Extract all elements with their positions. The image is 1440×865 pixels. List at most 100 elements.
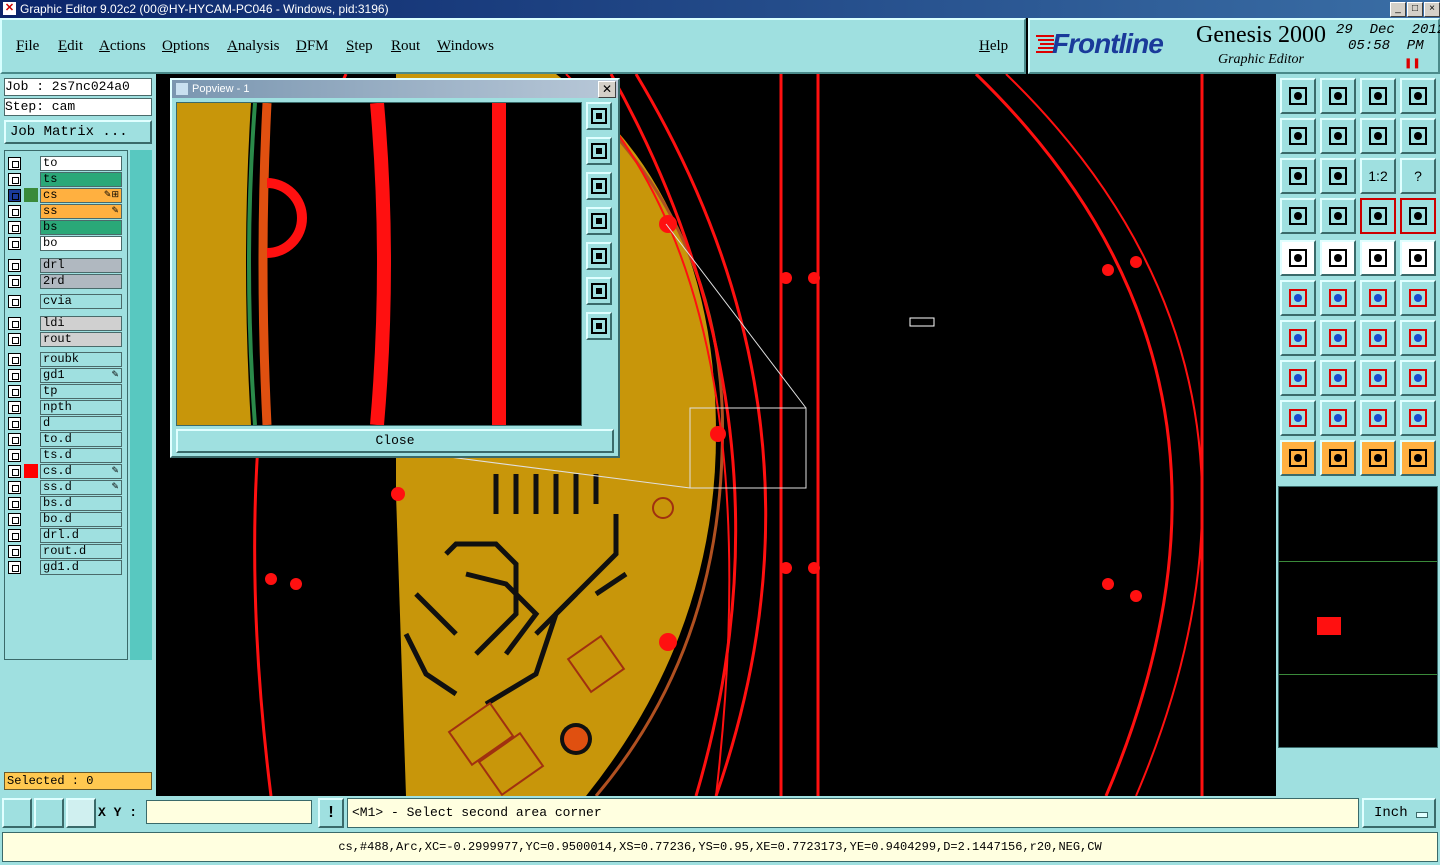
connect-icon[interactable] — [1280, 280, 1316, 316]
layer-name[interactable]: rout.d — [40, 544, 122, 559]
layer-checkbox[interactable] — [8, 497, 21, 510]
home-icon[interactable] — [1360, 78, 1396, 114]
delete-icon[interactable] — [1320, 280, 1356, 316]
layer-row-to-d[interactable]: to.d — [8, 432, 124, 447]
layer-checkbox[interactable] — [8, 481, 21, 494]
layer-row-d[interactable]: d — [8, 416, 124, 431]
layer-checkbox[interactable] — [8, 401, 21, 414]
route-icon[interactable] — [1400, 440, 1436, 476]
pv-zoom-out-icon[interactable] — [586, 277, 612, 305]
layer-name[interactable]: ts — [40, 172, 122, 187]
layer-checkbox[interactable] — [8, 205, 21, 218]
layer-row-bo-d[interactable]: bo.d — [8, 512, 124, 527]
layer-checkbox[interactable] — [8, 513, 21, 526]
layer-checkbox[interactable] — [8, 385, 21, 398]
snap-mode-button[interactable] — [2, 798, 32, 828]
copy-icon[interactable] — [1400, 280, 1436, 316]
layer-row-rout[interactable]: rout — [8, 332, 124, 347]
pad-icon[interactable] — [1400, 240, 1436, 276]
window-icon[interactable] — [1400, 78, 1436, 114]
pointer-filter-icon[interactable] — [1360, 440, 1396, 476]
layer-checkbox[interactable] — [8, 529, 21, 542]
menu-analysis[interactable]: Analysis — [227, 38, 280, 55]
layer-name[interactable]: tp — [40, 384, 122, 399]
ruler-icon[interactable] — [1360, 240, 1396, 276]
layer-name[interactable]: drl — [40, 258, 122, 273]
layer-checkbox[interactable] — [8, 157, 21, 170]
layer-checkbox[interactable] — [8, 259, 21, 272]
xy-input[interactable] — [146, 800, 312, 824]
pv-fit-icon[interactable] — [586, 102, 612, 130]
popview-close-x[interactable]: ✕ — [598, 81, 616, 98]
layer-name[interactable]: drl.d — [40, 528, 122, 543]
menu-file[interactable]: File — [16, 38, 39, 55]
layer-name[interactable]: cvia — [40, 294, 122, 309]
pan-center-icon[interactable] — [1360, 118, 1396, 154]
menu-actions[interactable]: Actions — [99, 38, 146, 55]
resize-icon[interactable] — [1360, 360, 1396, 396]
layer-row-cvia[interactable]: cvia — [8, 294, 124, 309]
menu-help[interactable]: Help — [979, 38, 1008, 55]
layer-name[interactable]: to.d — [40, 432, 122, 447]
menu-windows[interactable]: Windows — [437, 38, 494, 55]
zoom-center-icon[interactable] — [1320, 158, 1356, 194]
layer-name[interactable]: roubk — [40, 352, 122, 367]
pv-up-icon[interactable] — [586, 137, 612, 165]
layer-checkbox[interactable] — [8, 275, 21, 288]
text-icon[interactable] — [1400, 320, 1436, 356]
layer-checkbox[interactable] — [8, 369, 21, 382]
job-matrix-button[interactable]: Job Matrix ... — [4, 120, 152, 144]
layer-name[interactable]: ss ✎ — [40, 204, 122, 219]
layer-row-ts-d[interactable]: ts.d — [8, 448, 124, 463]
split-icon[interactable] — [1320, 360, 1356, 396]
layer-row-drl[interactable]: drl — [8, 258, 124, 273]
layer-name[interactable]: cs.d ✎ — [40, 464, 122, 479]
arc-icon[interactable] — [1360, 320, 1396, 356]
snap-icon[interactable] — [1360, 198, 1396, 234]
layer-name[interactable]: npth — [40, 400, 122, 415]
layer-checkbox[interactable] — [8, 173, 21, 186]
layer-checkbox[interactable] — [8, 333, 21, 346]
menu-rout[interactable]: Rout — [391, 38, 420, 55]
pv-left-icon[interactable] — [586, 207, 612, 235]
layer-checkbox[interactable] — [8, 189, 21, 202]
layer-row-tp[interactable]: tp — [8, 384, 124, 399]
pv-zoom-in-icon[interactable] — [586, 312, 612, 340]
layer-row-roubk[interactable]: roubk — [8, 352, 124, 367]
shapes-icon[interactable] — [1400, 360, 1436, 396]
ruler-settings-icon[interactable] — [1280, 198, 1316, 234]
layer-name[interactable]: cs ✎⊞ — [40, 188, 122, 203]
layer-checkbox[interactable] — [8, 221, 21, 234]
triangle-a-icon[interactable] — [1320, 400, 1356, 436]
layer-name[interactable]: bs.d — [40, 496, 122, 511]
layer-row-bo[interactable]: bo — [8, 236, 124, 251]
layer-name[interactable]: ts.d — [40, 448, 122, 463]
snap-grid-button[interactable] — [34, 798, 64, 828]
maximize-button[interactable]: □ — [1407, 2, 1423, 17]
pan-left-icon[interactable] — [1280, 118, 1316, 154]
segment-icon[interactable] — [1320, 320, 1356, 356]
layer-row-ts[interactable]: ts — [8, 172, 124, 187]
layer-checkbox[interactable] — [8, 561, 21, 574]
triangle-b-icon[interactable] — [1360, 400, 1396, 436]
layer-name[interactable]: 2rd — [40, 274, 122, 289]
layer-row-ss[interactable]: ss ✎ — [8, 204, 124, 219]
units-selector[interactable]: Inch — [1362, 798, 1436, 828]
layer-row-gd1-d[interactable]: gd1.d — [8, 560, 124, 575]
layer-checkbox[interactable] — [8, 433, 21, 446]
layer-row-cs-d[interactable]: cs.d ✎ — [8, 464, 124, 479]
layer-color-swatch[interactable] — [24, 464, 38, 478]
layer-checkbox[interactable] — [8, 295, 21, 308]
menu-dfm[interactable]: DFM — [296, 38, 329, 55]
layer-name[interactable]: gd1.d — [40, 560, 122, 575]
layer-name[interactable]: ss.d ✎ — [40, 480, 122, 495]
snap-center-button[interactable] — [66, 798, 96, 828]
layer-row-drl-d[interactable]: drl.d — [8, 528, 124, 543]
triangle-c-icon[interactable] — [1400, 400, 1436, 436]
zoom-fit-icon[interactable] — [1280, 158, 1316, 194]
zoom-home-icon[interactable] — [1280, 78, 1316, 114]
menu-options[interactable]: Options — [162, 38, 210, 55]
layer-checkbox[interactable] — [8, 465, 21, 478]
layer-name[interactable]: rout — [40, 332, 122, 347]
popview-canvas[interactable] — [176, 102, 582, 426]
